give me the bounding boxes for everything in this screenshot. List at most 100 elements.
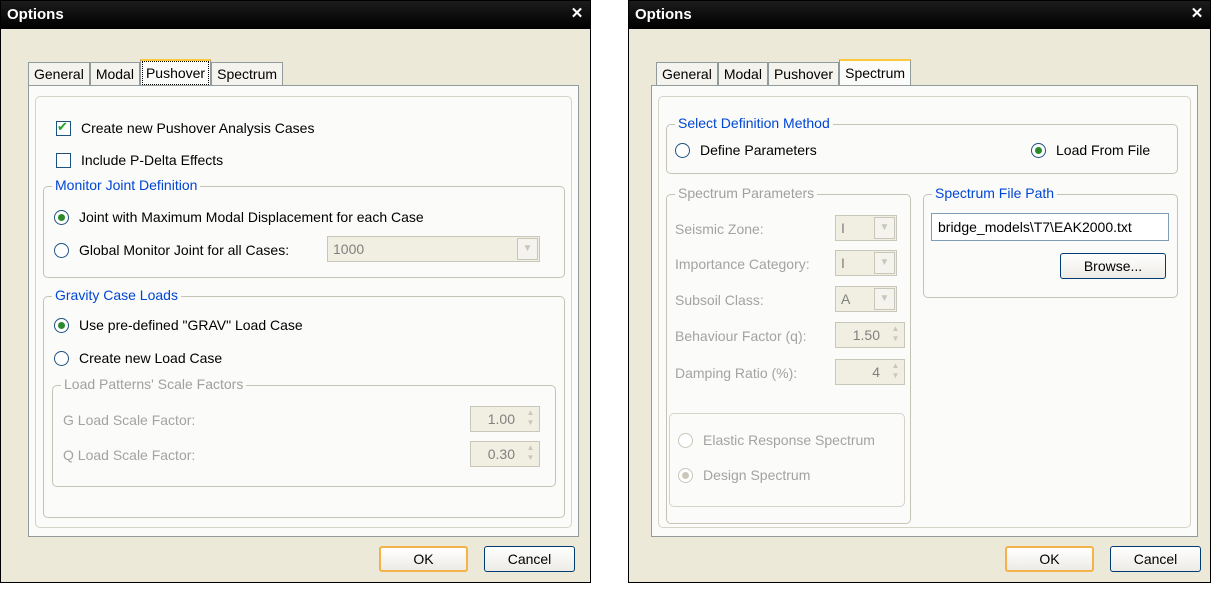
- spectrum-parameters-group: Spectrum Parameters Seismic Zone: I ▼ Im…: [666, 185, 911, 524]
- q-scale-spinner: 0.30 ▲ ▼: [470, 441, 540, 467]
- monitor-joint-group: Monitor Joint Definition Joint with Maxi…: [43, 177, 565, 278]
- title-bar: Options ✕: [1, 1, 590, 29]
- tab-general[interactable]: General: [28, 62, 90, 85]
- seismic-zone-label: Seismic Zone:: [675, 221, 764, 237]
- cancel-button[interactable]: Cancel: [484, 546, 575, 572]
- method-option-define-parameters[interactable]: Define Parameters: [675, 142, 817, 158]
- browse-button[interactable]: Browse...: [1060, 253, 1166, 279]
- subsoil-dropdown: A ▼: [835, 286, 897, 312]
- design-spectrum-option[interactable]: Design Spectrum: [678, 467, 810, 483]
- subsoil-label: Subsoil Class:: [675, 292, 764, 308]
- monitor-joint-legend: Monitor Joint Definition: [52, 177, 201, 193]
- radio-icon[interactable]: [678, 432, 693, 448]
- options-dialog-spectrum: Options ✕ General Modal Pushover Spectru…: [628, 0, 1211, 583]
- options-dialog-pushover: Options ✕ General Modal Pushover Spectru…: [0, 0, 591, 583]
- checkbox-checked-icon[interactable]: [56, 119, 71, 136]
- tab-panel: Select Definition Method Define Paramete…: [651, 85, 1198, 537]
- chevron-down-icon: ▼: [517, 238, 538, 260]
- elastic-spectrum-option[interactable]: Elastic Response Spectrum: [678, 432, 875, 448]
- radio-icon[interactable]: [54, 242, 69, 258]
- damping-value: 4: [872, 364, 880, 380]
- create-pushover-label: Create new Pushover Analysis Cases: [81, 120, 315, 136]
- chevron-down-icon: ▼: [874, 217, 895, 239]
- method-option2-label: Load From File: [1056, 142, 1151, 158]
- radio-icon[interactable]: [54, 350, 69, 366]
- cancel-button[interactable]: Cancel: [1110, 546, 1201, 572]
- q-scale-label: Q Load Scale Factor:: [63, 447, 196, 463]
- gravity-option1-label: Use pre-defined "GRAV" Load Case: [79, 317, 303, 333]
- spectrum-file-path-input[interactable]: bridge_models\T7\EAK2000.txt: [931, 213, 1169, 241]
- radio-selected-icon[interactable]: [54, 317, 69, 333]
- design-spectrum-label: Design Spectrum: [703, 467, 811, 483]
- radio-selected-icon[interactable]: [678, 467, 693, 483]
- pdelta-checkbox[interactable]: Include P-Delta Effects: [56, 152, 223, 168]
- spinner-arrows-icon: ▲ ▼: [891, 361, 900, 380]
- chevron-down-icon: ▼: [874, 252, 895, 274]
- damping-spinner: 4 ▲ ▼: [835, 359, 905, 385]
- ok-button[interactable]: OK: [379, 546, 468, 572]
- monitor-option2-label: Global Monitor Joint for all Cases:: [79, 242, 290, 258]
- tab-modal[interactable]: Modal: [89, 62, 140, 85]
- dialog-title: Options: [635, 6, 692, 23]
- seismic-zone-dropdown: I ▼: [835, 215, 897, 241]
- definition-method-group: Select Definition Method Define Paramete…: [666, 115, 1178, 174]
- gravity-option2-label: Create new Load Case: [79, 350, 223, 366]
- importance-label: Importance Category:: [675, 256, 810, 272]
- checkbox-icon[interactable]: [56, 152, 71, 168]
- elastic-spectrum-label: Elastic Response Spectrum: [703, 432, 875, 448]
- subsoil-value: A: [841, 291, 851, 307]
- monitor-joint-dropdown: 1000 ▼: [327, 236, 540, 262]
- tab-strip: General Modal Pushover Spectrum: [28, 59, 284, 87]
- tab-pushover[interactable]: Pushover: [139, 59, 212, 87]
- dialog-body: General Modal Pushover Spectrum Create n…: [8, 37, 583, 575]
- behaviour-label: Behaviour Factor (q):: [675, 328, 807, 344]
- monitor-option-global[interactable]: Global Monitor Joint for all Cases:: [54, 242, 289, 258]
- radio-selected-icon[interactable]: [1031, 142, 1046, 158]
- behaviour-spinner: 1.50 ▲ ▼: [835, 322, 905, 348]
- gravity-option-predefined[interactable]: Use pre-defined "GRAV" Load Case: [54, 317, 303, 333]
- importance-value: I: [841, 255, 845, 271]
- monitor-joint-value: 1000: [333, 241, 365, 257]
- tab-modal[interactable]: Modal: [717, 62, 768, 85]
- method-option1-label: Define Parameters: [700, 142, 817, 158]
- radio-selected-icon[interactable]: [54, 209, 69, 225]
- gravity-option-new[interactable]: Create new Load Case: [54, 350, 222, 366]
- spinner-arrows-icon: ▲ ▼: [526, 443, 535, 462]
- scale-factors-group: Load Patterns' Scale Factors G Load Scal…: [52, 376, 556, 487]
- g-scale-value: 1.00: [487, 411, 515, 427]
- create-pushover-checkbox[interactable]: Create new Pushover Analysis Cases: [56, 119, 315, 136]
- tab-panel: Create new Pushover Analysis Cases Inclu…: [28, 85, 579, 537]
- importance-dropdown: I ▼: [835, 250, 897, 276]
- tab-spectrum[interactable]: Spectrum: [211, 62, 284, 85]
- spectrum-file-legend: Spectrum File Path: [932, 185, 1058, 201]
- monitor-option1-label: Joint with Maximum Modal Displacement fo…: [79, 209, 424, 225]
- spectrum-parameters-legend: Spectrum Parameters: [675, 185, 818, 201]
- dialog-body: General Modal Pushover Spectrum Select D…: [636, 37, 1203, 575]
- tab-pushover[interactable]: Pushover: [767, 62, 840, 85]
- radio-icon[interactable]: [675, 142, 690, 158]
- tab-spectrum[interactable]: Spectrum: [839, 59, 912, 87]
- damping-label: Damping Ratio (%):: [675, 365, 798, 381]
- title-bar: Options ✕: [629, 1, 1210, 29]
- chevron-down-icon: ▼: [874, 288, 895, 310]
- gravity-loads-group: Gravity Case Loads Use pre-defined "GRAV…: [43, 287, 565, 518]
- scale-factors-legend: Load Patterns' Scale Factors: [61, 376, 247, 392]
- tab-general[interactable]: General: [656, 62, 718, 85]
- close-icon[interactable]: ✕: [570, 6, 584, 21]
- g-scale-label: G Load Scale Factor:: [63, 412, 196, 428]
- spectrum-file-group: Spectrum File Path bridge_models\T7\EAK2…: [923, 185, 1178, 298]
- ok-button[interactable]: OK: [1005, 546, 1094, 572]
- pdelta-label: Include P-Delta Effects: [81, 152, 224, 168]
- definition-method-legend: Select Definition Method: [675, 115, 833, 131]
- tab-strip: General Modal Pushover Spectrum: [656, 59, 912, 87]
- q-scale-value: 0.30: [487, 446, 515, 462]
- gravity-loads-legend: Gravity Case Loads: [52, 287, 181, 303]
- seismic-zone-value: I: [841, 220, 845, 236]
- method-option-load-file[interactable]: Load From File: [1031, 142, 1150, 158]
- dialog-title: Options: [7, 6, 64, 23]
- behaviour-value: 1.50: [852, 327, 880, 343]
- close-icon[interactable]: ✕: [1190, 6, 1204, 21]
- spinner-arrows-icon: ▲ ▼: [891, 324, 900, 343]
- monitor-option-max-modal[interactable]: Joint with Maximum Modal Displacement fo…: [54, 209, 424, 225]
- g-scale-spinner: 1.00 ▲ ▼: [470, 406, 540, 432]
